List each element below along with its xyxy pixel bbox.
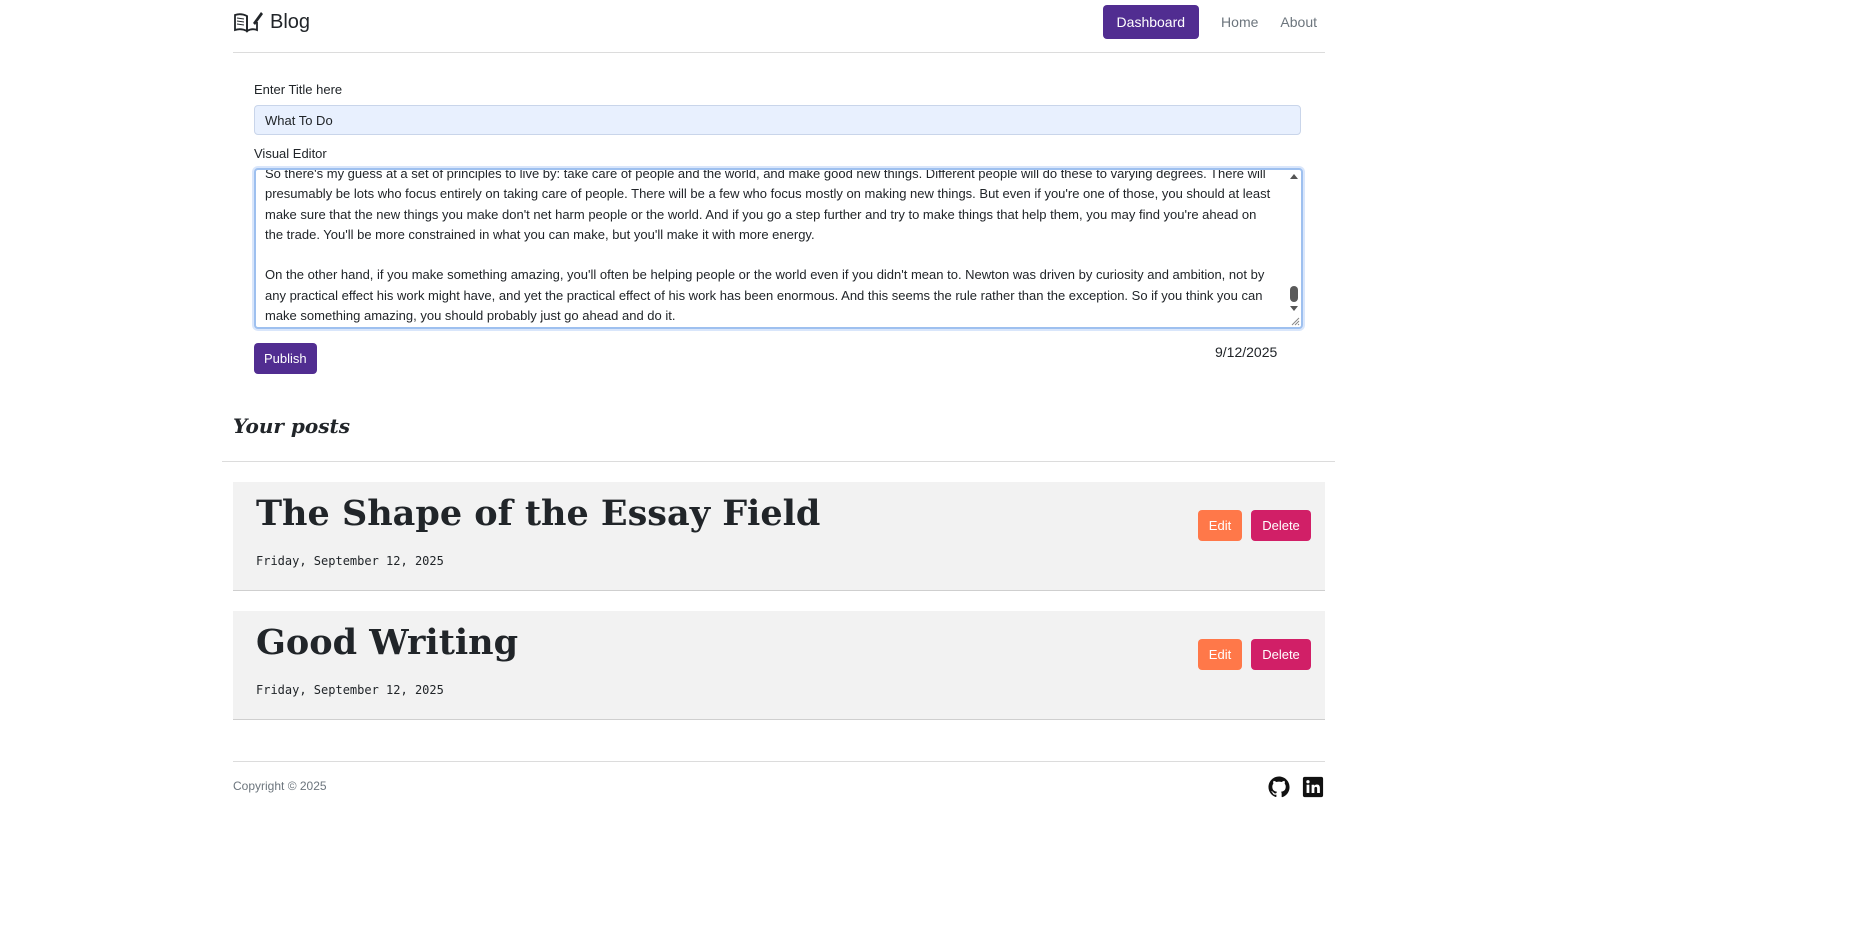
resize-handle-icon[interactable] bbox=[1290, 316, 1300, 326]
brand[interactable]: Blog bbox=[233, 10, 310, 34]
github-icon[interactable] bbox=[1268, 776, 1290, 798]
nav-links: Dashboard Home About bbox=[1102, 5, 1325, 39]
post-title[interactable]: The Shape of the Essay Field bbox=[256, 493, 820, 534]
title-input[interactable]: What To Do bbox=[254, 105, 1301, 135]
scroll-down-icon[interactable] bbox=[1290, 306, 1298, 311]
divider bbox=[222, 461, 1335, 462]
edit-button[interactable]: Edit bbox=[1198, 510, 1242, 541]
nav-about[interactable]: About bbox=[1272, 5, 1325, 39]
book-pen-icon bbox=[234, 12, 263, 33]
copyright: Copyright © 2025 bbox=[233, 779, 327, 793]
post-date: Friday, September 12, 2025 bbox=[256, 683, 444, 697]
publish-button[interactable]: Publish bbox=[254, 343, 317, 374]
nav-home[interactable]: Home bbox=[1213, 5, 1266, 39]
edit-button[interactable]: Edit bbox=[1198, 639, 1242, 670]
scroll-thumb[interactable] bbox=[1290, 286, 1298, 302]
delete-button[interactable]: Delete bbox=[1251, 639, 1311, 670]
linkedin-icon[interactable] bbox=[1302, 776, 1324, 798]
scroll-up-icon[interactable] bbox=[1290, 174, 1298, 179]
nav-dashboard[interactable]: Dashboard bbox=[1102, 5, 1200, 39]
post-card: The Shape of the Essay Field Friday, Sep… bbox=[233, 482, 1325, 591]
footer-divider bbox=[233, 761, 1325, 762]
brand-name: Blog bbox=[270, 10, 311, 33]
post-date: Friday, September 12, 2025 bbox=[256, 554, 444, 568]
post-title[interactable]: Good Writing bbox=[256, 622, 518, 663]
post-card: Good Writing Friday, September 12, 2025 … bbox=[233, 611, 1325, 720]
navbar: Blog Dashboard Home About bbox=[233, 0, 1325, 53]
publish-date: 9/12/2025 bbox=[1215, 344, 1278, 360]
editor-scrollbar[interactable] bbox=[1287, 170, 1301, 327]
visual-editor[interactable]: So there's my guess at a set of principl… bbox=[254, 168, 1303, 329]
section-title: Your posts bbox=[233, 414, 351, 438]
delete-button[interactable]: Delete bbox=[1251, 510, 1311, 541]
editor-label: Visual Editor bbox=[254, 146, 327, 161]
editor-content: So there's my guess at a set of principl… bbox=[265, 168, 1271, 324]
title-label: Enter Title here bbox=[254, 82, 343, 97]
